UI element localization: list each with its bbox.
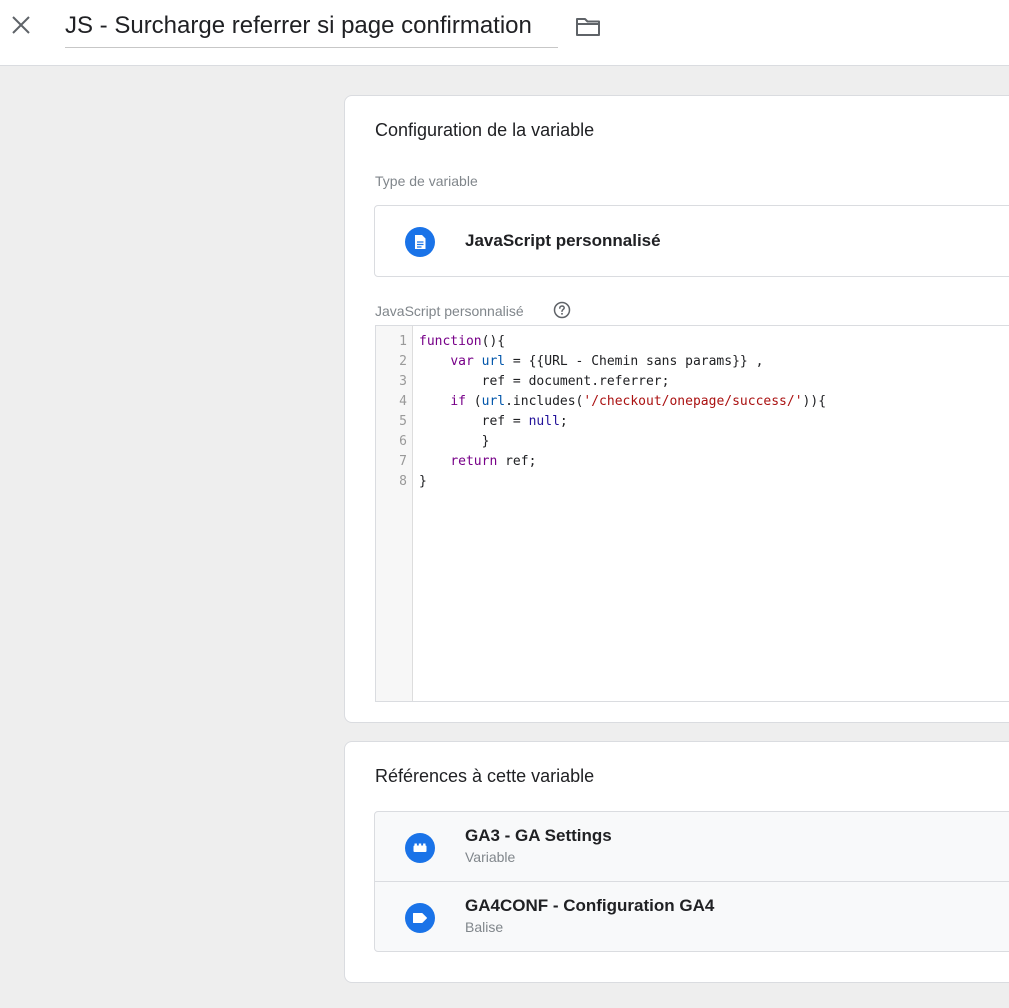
variable-type-name: JavaScript personnalisé [465, 231, 661, 250]
help-icon[interactable] [553, 301, 571, 319]
reference-type: Variable [465, 849, 516, 865]
reference-name: GA3 - GA Settings [465, 826, 612, 845]
code-atom: null [528, 414, 560, 429]
folder-icon[interactable] [574, 14, 602, 40]
code-keyword: var [450, 354, 474, 369]
code-text: (){ [481, 334, 506, 349]
line-number: 5 [399, 414, 407, 429]
code-line: function(){ [419, 332, 826, 352]
code-text: } [419, 474, 427, 489]
top-bar: JS - Surcharge referrer si page confirma… [0, 0, 1009, 66]
code-variable: url [481, 394, 506, 409]
close-icon[interactable] [8, 12, 34, 38]
code-text: .includes( [505, 394, 584, 409]
line-number: 4 [399, 394, 407, 409]
line-number: 6 [399, 434, 407, 449]
code-keyword: return [450, 454, 498, 469]
code-line: ref = null; [419, 412, 826, 432]
custom-javascript-label: JavaScript personnalisé [375, 303, 524, 319]
line-number-gutter: 1 2 3 4 5 6 7 8 [376, 326, 413, 701]
code-string: '/checkout/onepage/success/' [583, 394, 803, 409]
tag-icon [405, 903, 435, 933]
code-keyword: function [419, 334, 482, 349]
variable-configuration-card: Configuration de la variable Type de var… [344, 95, 1009, 723]
variable-type-label: Type de variable [375, 173, 478, 189]
code-line: if (url.includes('/checkout/onepage/succ… [419, 392, 826, 412]
code-text: = {{URL - Chemin sans params}} , [505, 354, 764, 369]
reference-type: Balise [465, 919, 504, 935]
variable-type-selector[interactable]: JavaScript personnalisé [374, 205, 1009, 277]
reference-item-ga4-configuration[interactable]: GA4CONF - Configuration GA4 Balise [374, 881, 1009, 952]
line-number: 1 [399, 334, 407, 349]
code-content: function(){ var url = {{URL - Chemin san… [419, 332, 826, 492]
references-heading: Références à cette variable [375, 766, 595, 786]
document-icon [405, 227, 435, 257]
code-editor[interactable]: 1 2 3 4 5 6 7 8 function(){ var url = {{… [375, 325, 1009, 702]
code-text: ; [559, 414, 568, 429]
code-line: ref = document.referrer; [419, 372, 826, 392]
variable-icon [405, 833, 435, 863]
code-text: ref; [497, 454, 537, 469]
code-line: } [419, 472, 826, 492]
code-text: ref = [481, 414, 529, 429]
references-card: Références à cette variable GA3 - GA Set… [344, 741, 1009, 983]
code-text: ref = document.referrer; [481, 374, 670, 389]
code-keyword: if [450, 394, 466, 409]
code-line: } [419, 432, 826, 452]
reference-item-ga3-settings[interactable]: GA3 - GA Settings Variable [374, 811, 1009, 882]
line-number: 2 [399, 354, 407, 369]
code-text: ( [465, 394, 482, 409]
line-number: 8 [399, 474, 407, 489]
code-text: )){ [802, 394, 827, 409]
code-line: var url = {{URL - Chemin sans params}} , [419, 352, 826, 372]
line-number: 3 [399, 374, 407, 389]
code-text: } [481, 434, 490, 449]
config-heading: Configuration de la variable [375, 120, 595, 140]
code-line: return ref; [419, 452, 826, 472]
reference-name: GA4CONF - Configuration GA4 [465, 896, 715, 915]
code-variable: url [481, 354, 506, 369]
line-number: 7 [399, 454, 407, 469]
variable-name-input[interactable]: JS - Surcharge referrer si page confirma… [65, 10, 558, 48]
